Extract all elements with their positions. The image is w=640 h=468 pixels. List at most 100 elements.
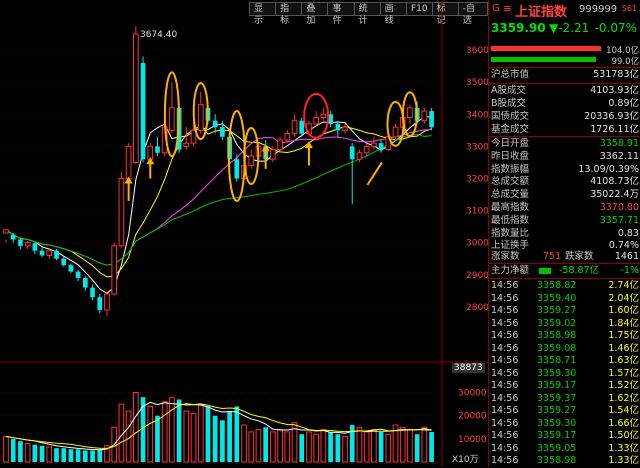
- candle-body: [111, 245, 118, 295]
- volume-bar: [270, 431, 276, 463]
- flow-bars: 104.0亿 99.0亿: [489, 44, 640, 67]
- volume-bar: [234, 406, 240, 462]
- price-tick-label: 3500: [466, 78, 488, 88]
- price-tick-label: 3100: [466, 207, 488, 217]
- volume-bar: [385, 433, 392, 463]
- candle-body: [378, 143, 384, 150]
- turnover-value: 0.89亿: [608, 98, 639, 109]
- volume-bar: [349, 424, 355, 462]
- price-tick-label: 3200: [466, 174, 488, 184]
- candle-body: [132, 33, 139, 163]
- candle-body: [104, 293, 110, 311]
- annotation-arrow: [366, 161, 383, 186]
- last-price: 3359.90: [491, 21, 546, 35]
- volume-bar: [335, 434, 341, 462]
- volume-bar: [371, 429, 377, 463]
- volume-bar: [421, 426, 428, 463]
- candle-body: [277, 139, 283, 151]
- netflow-bar: [539, 268, 551, 274]
- volume-bar: [277, 429, 283, 463]
- candle-body: [335, 123, 341, 131]
- sell-bar-value: 99.0亿: [611, 57, 639, 67]
- menu-icon[interactable]: ≡: [503, 2, 512, 15]
- volume-bar: [18, 441, 23, 462]
- turnover-label: A股成交: [491, 85, 526, 96]
- volume-bar: [299, 434, 305, 462]
- volume-bar: [132, 392, 139, 463]
- candle-body: [61, 258, 67, 266]
- volume-bar: [342, 436, 348, 463]
- candle-body: [363, 145, 370, 154]
- candle-body: [392, 126, 399, 138]
- ma40-line: [5, 133, 432, 266]
- down-count: 1461: [614, 251, 639, 262]
- volume-max-label: 38873: [452, 363, 485, 373]
- volume-bar: [75, 449, 81, 462]
- candle-body: [10, 234, 16, 240]
- market-cap-label: 沪总市值: [491, 69, 530, 80]
- volume-bar: [248, 431, 255, 463]
- candle-body: [212, 120, 218, 128]
- volume-bar: [39, 445, 45, 462]
- volume-bar: [378, 431, 384, 462]
- panel-tag: S61: [621, 4, 637, 13]
- candle-body: [75, 271, 81, 278]
- price-tick-label: 3300: [466, 142, 488, 152]
- volume-bar: [24, 442, 31, 463]
- price-tick-label: 3000: [466, 239, 488, 249]
- candle-body: [197, 104, 204, 131]
- candle-body: [97, 297, 103, 311]
- candle-body: [18, 239, 23, 246]
- candle-body: [46, 250, 53, 257]
- volume-bar: [3, 436, 9, 463]
- index-code: 999999: [579, 4, 618, 15]
- volume-bar: [32, 444, 38, 462]
- panel-header: G ≡ 上证指数 999999 S61: [489, 0, 640, 20]
- volume-bar: [212, 415, 218, 462]
- volume-bar: [407, 429, 413, 463]
- candle-body: [155, 146, 160, 153]
- candle-body: [299, 120, 305, 134]
- volume-tick-label: 30000: [458, 389, 487, 399]
- chart-canvas: 3600 3500 3400 3300 3200 3100 3000 2900 2800 3000…: [0, 0, 488, 467]
- candle-body: [248, 155, 255, 167]
- volume-bar: [197, 403, 204, 463]
- candle-body: [54, 250, 59, 259]
- candle-body: [169, 107, 175, 131]
- tick-time: 14:56: [491, 455, 519, 466]
- candle-body: [356, 152, 363, 160]
- volume-bar: [255, 429, 262, 463]
- tick-row: 14:56 3358.98 1.33亿: [489, 454, 640, 468]
- turnover-value: 20336.93亿: [584, 111, 639, 122]
- volume-bar: [90, 450, 95, 462]
- price-change-pct: -0.07%: [594, 21, 637, 35]
- volume-bar: [68, 449, 74, 462]
- breadth-row: 涨家数 751 跌家数 1461: [489, 250, 640, 264]
- candle-body: [291, 120, 298, 135]
- volume-bar: [320, 429, 327, 463]
- volume-bar: [61, 448, 67, 462]
- market-cap-row: 沪总市值 531783亿: [489, 68, 640, 82]
- volume-bar: [46, 446, 53, 463]
- volume-bar: [54, 448, 59, 462]
- down-count-label: 跌家数: [565, 251, 594, 262]
- candle-body: [320, 113, 327, 118]
- netflow-row: 主力净额 -58.87亿 -1%: [489, 264, 640, 278]
- quote-line: 3359.90 ▼-2.21 -0.07%: [489, 20, 640, 36]
- volume-bar: [263, 427, 269, 462]
- netflow-label: 主力净额: [491, 265, 530, 276]
- volume-bar: [83, 450, 88, 462]
- volume-bar: [284, 431, 291, 463]
- candle-body: [90, 287, 95, 298]
- volume-tick-label: 10000: [458, 435, 487, 445]
- volume-bar: [10, 438, 16, 462]
- volume-bar: [313, 433, 320, 463]
- candle-body: [349, 146, 355, 160]
- kline-chart[interactable]: 显示 指标 叠加 事件 统计 画线 F10 标记 -自选 3600 3500 340…: [0, 0, 488, 467]
- annotation-arrowhead: [261, 144, 270, 152]
- volume-bar: [190, 412, 197, 463]
- candle-body: [32, 243, 38, 251]
- price-tick-label: 3600: [466, 46, 488, 56]
- candle-body: [118, 177, 125, 247]
- market-cap-value: 531783亿: [593, 69, 639, 80]
